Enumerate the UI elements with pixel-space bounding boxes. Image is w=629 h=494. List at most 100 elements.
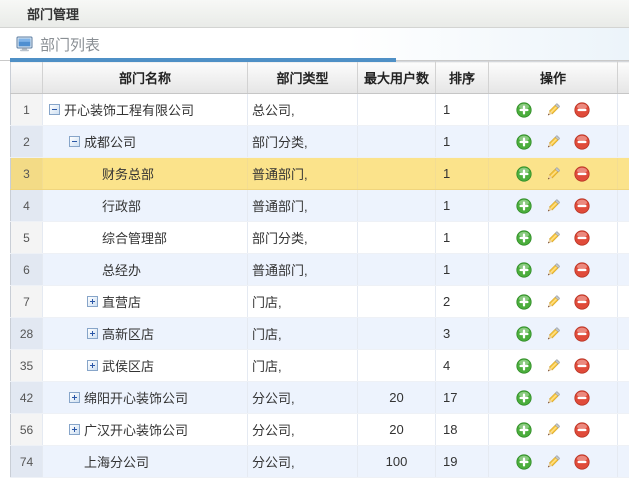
- tree-indent: [47, 237, 87, 238]
- row-number-cell: 2: [11, 126, 43, 158]
- table-row[interactable]: 3 财务总部 普通部门, 1: [11, 158, 629, 190]
- operations-cell: [489, 190, 618, 222]
- edit-icon[interactable]: [545, 261, 562, 278]
- table-row[interactable]: 74 上海分公司 分公司, 100 19: [11, 446, 629, 478]
- row-gutter-cell: [618, 382, 629, 414]
- sort-cell: 18: [436, 414, 489, 446]
- sort-cell: 1: [436, 126, 489, 158]
- add-icon[interactable]: [516, 229, 533, 246]
- row-number-cell: 5: [11, 222, 43, 254]
- tab-department-management[interactable]: 部门管理: [0, 4, 79, 23]
- operations-cell: [489, 94, 618, 126]
- delete-icon[interactable]: [574, 389, 591, 406]
- row-number-cell: 35: [11, 350, 43, 382]
- add-icon[interactable]: [516, 325, 533, 342]
- section-title: 部门列表: [40, 34, 100, 55]
- department-name: 财务总部: [102, 164, 154, 183]
- row-gutter-cell: [618, 254, 629, 286]
- department-management-page: 部门管理 部门列表 部门名称 部门类型 最大用户数 排序: [0, 0, 629, 494]
- department-name: 成都公司: [84, 132, 136, 151]
- row-number-cell: 28: [11, 318, 43, 350]
- tree-toggle-icon[interactable]: [69, 392, 80, 403]
- edit-icon[interactable]: [545, 101, 562, 118]
- row-gutter-cell: [618, 94, 629, 126]
- department-type-cell: 普通部门,: [248, 158, 358, 190]
- delete-icon[interactable]: [574, 229, 591, 246]
- tree-indent: [47, 429, 69, 430]
- col-header-department-type[interactable]: 部门类型: [248, 62, 358, 94]
- delete-icon[interactable]: [574, 325, 591, 342]
- department-type-cell: 普通部门,: [248, 190, 358, 222]
- col-header-sort[interactable]: 排序: [436, 62, 489, 94]
- table-row[interactable]: 4 行政部 普通部门, 1: [11, 190, 629, 222]
- section-header: 部门列表: [0, 28, 629, 61]
- row-number-cell: 4: [11, 190, 43, 222]
- tree-toggle-icon[interactable]: [87, 360, 98, 371]
- table-row[interactable]: 35 武侯区店 门店, 4: [11, 350, 629, 382]
- tree-toggle-icon[interactable]: [69, 136, 80, 147]
- col-header-department-name[interactable]: 部门名称: [43, 62, 248, 94]
- tree-indent: [47, 397, 69, 398]
- tree-indent: [47, 173, 87, 174]
- table-row[interactable]: 1 开心装饰工程有限公司 总公司, 1: [11, 94, 629, 126]
- row-number-header: [11, 62, 43, 94]
- operations-cell: [489, 382, 618, 414]
- add-icon[interactable]: [516, 261, 533, 278]
- max-users-cell: 100: [358, 446, 436, 478]
- table-row[interactable]: 42 绵阳开心装饰公司 分公司, 20 17: [11, 382, 629, 414]
- add-icon[interactable]: [516, 389, 533, 406]
- delete-icon[interactable]: [574, 197, 591, 214]
- delete-icon[interactable]: [574, 421, 591, 438]
- table-row[interactable]: 56 广汉开心装饰公司 分公司, 20 18: [11, 414, 629, 446]
- add-icon[interactable]: [516, 453, 533, 470]
- table-row[interactable]: 2 成都公司 部门分类, 1: [11, 126, 629, 158]
- add-icon[interactable]: [516, 133, 533, 150]
- department-name: 广汉开心装饰公司: [84, 420, 188, 439]
- table-row[interactable]: 6 总经办 普通部门, 1: [11, 254, 629, 286]
- delete-icon[interactable]: [574, 165, 591, 182]
- edit-icon[interactable]: [545, 453, 562, 470]
- edit-icon[interactable]: [545, 421, 562, 438]
- delete-icon[interactable]: [574, 357, 591, 374]
- table-row[interactable]: 7 直营店 门店, 2: [11, 286, 629, 318]
- row-gutter-cell: [618, 126, 629, 158]
- add-icon[interactable]: [516, 101, 533, 118]
- grid-header-row: 部门名称 部门类型 最大用户数 排序 操作: [11, 62, 629, 94]
- add-icon[interactable]: [516, 197, 533, 214]
- max-users-cell: 20: [358, 414, 436, 446]
- tree-toggle-icon[interactable]: [87, 328, 98, 339]
- edit-icon[interactable]: [545, 293, 562, 310]
- edit-icon[interactable]: [545, 389, 562, 406]
- edit-icon[interactable]: [545, 133, 562, 150]
- delete-icon[interactable]: [574, 133, 591, 150]
- table-row[interactable]: 5 综合管理部 部门分类, 1: [11, 222, 629, 254]
- delete-icon[interactable]: [574, 293, 591, 310]
- edit-icon[interactable]: [545, 325, 562, 342]
- edit-icon[interactable]: [545, 165, 562, 182]
- edit-icon[interactable]: [545, 229, 562, 246]
- add-icon[interactable]: [516, 421, 533, 438]
- grid-body: 1 开心装饰工程有限公司 总公司, 1 2 成都公司 部门分类, 1 3: [11, 94, 629, 478]
- edit-icon[interactable]: [545, 357, 562, 374]
- department-name: 综合管理部: [102, 228, 167, 247]
- delete-icon[interactable]: [574, 101, 591, 118]
- tree-toggle-icon[interactable]: [69, 424, 80, 435]
- department-type-cell: 普通部门,: [248, 254, 358, 286]
- tree-toggle-icon[interactable]: [87, 296, 98, 307]
- delete-icon[interactable]: [574, 453, 591, 470]
- add-icon[interactable]: [516, 165, 533, 182]
- col-header-max-users[interactable]: 最大用户数: [358, 62, 436, 94]
- delete-icon[interactable]: [574, 261, 591, 278]
- tree-indent: [47, 365, 87, 366]
- sort-cell: 1: [436, 190, 489, 222]
- department-name: 绵阳开心装饰公司: [84, 388, 188, 407]
- add-icon[interactable]: [516, 293, 533, 310]
- sort-cell: 17: [436, 382, 489, 414]
- table-row[interactable]: 28 高新区店 门店, 3: [11, 318, 629, 350]
- tree-indent: [47, 461, 69, 462]
- department-type-cell: 部门分类,: [248, 222, 358, 254]
- sort-cell: 1: [436, 158, 489, 190]
- edit-icon[interactable]: [545, 197, 562, 214]
- add-icon[interactable]: [516, 357, 533, 374]
- tree-toggle-icon[interactable]: [49, 104, 60, 115]
